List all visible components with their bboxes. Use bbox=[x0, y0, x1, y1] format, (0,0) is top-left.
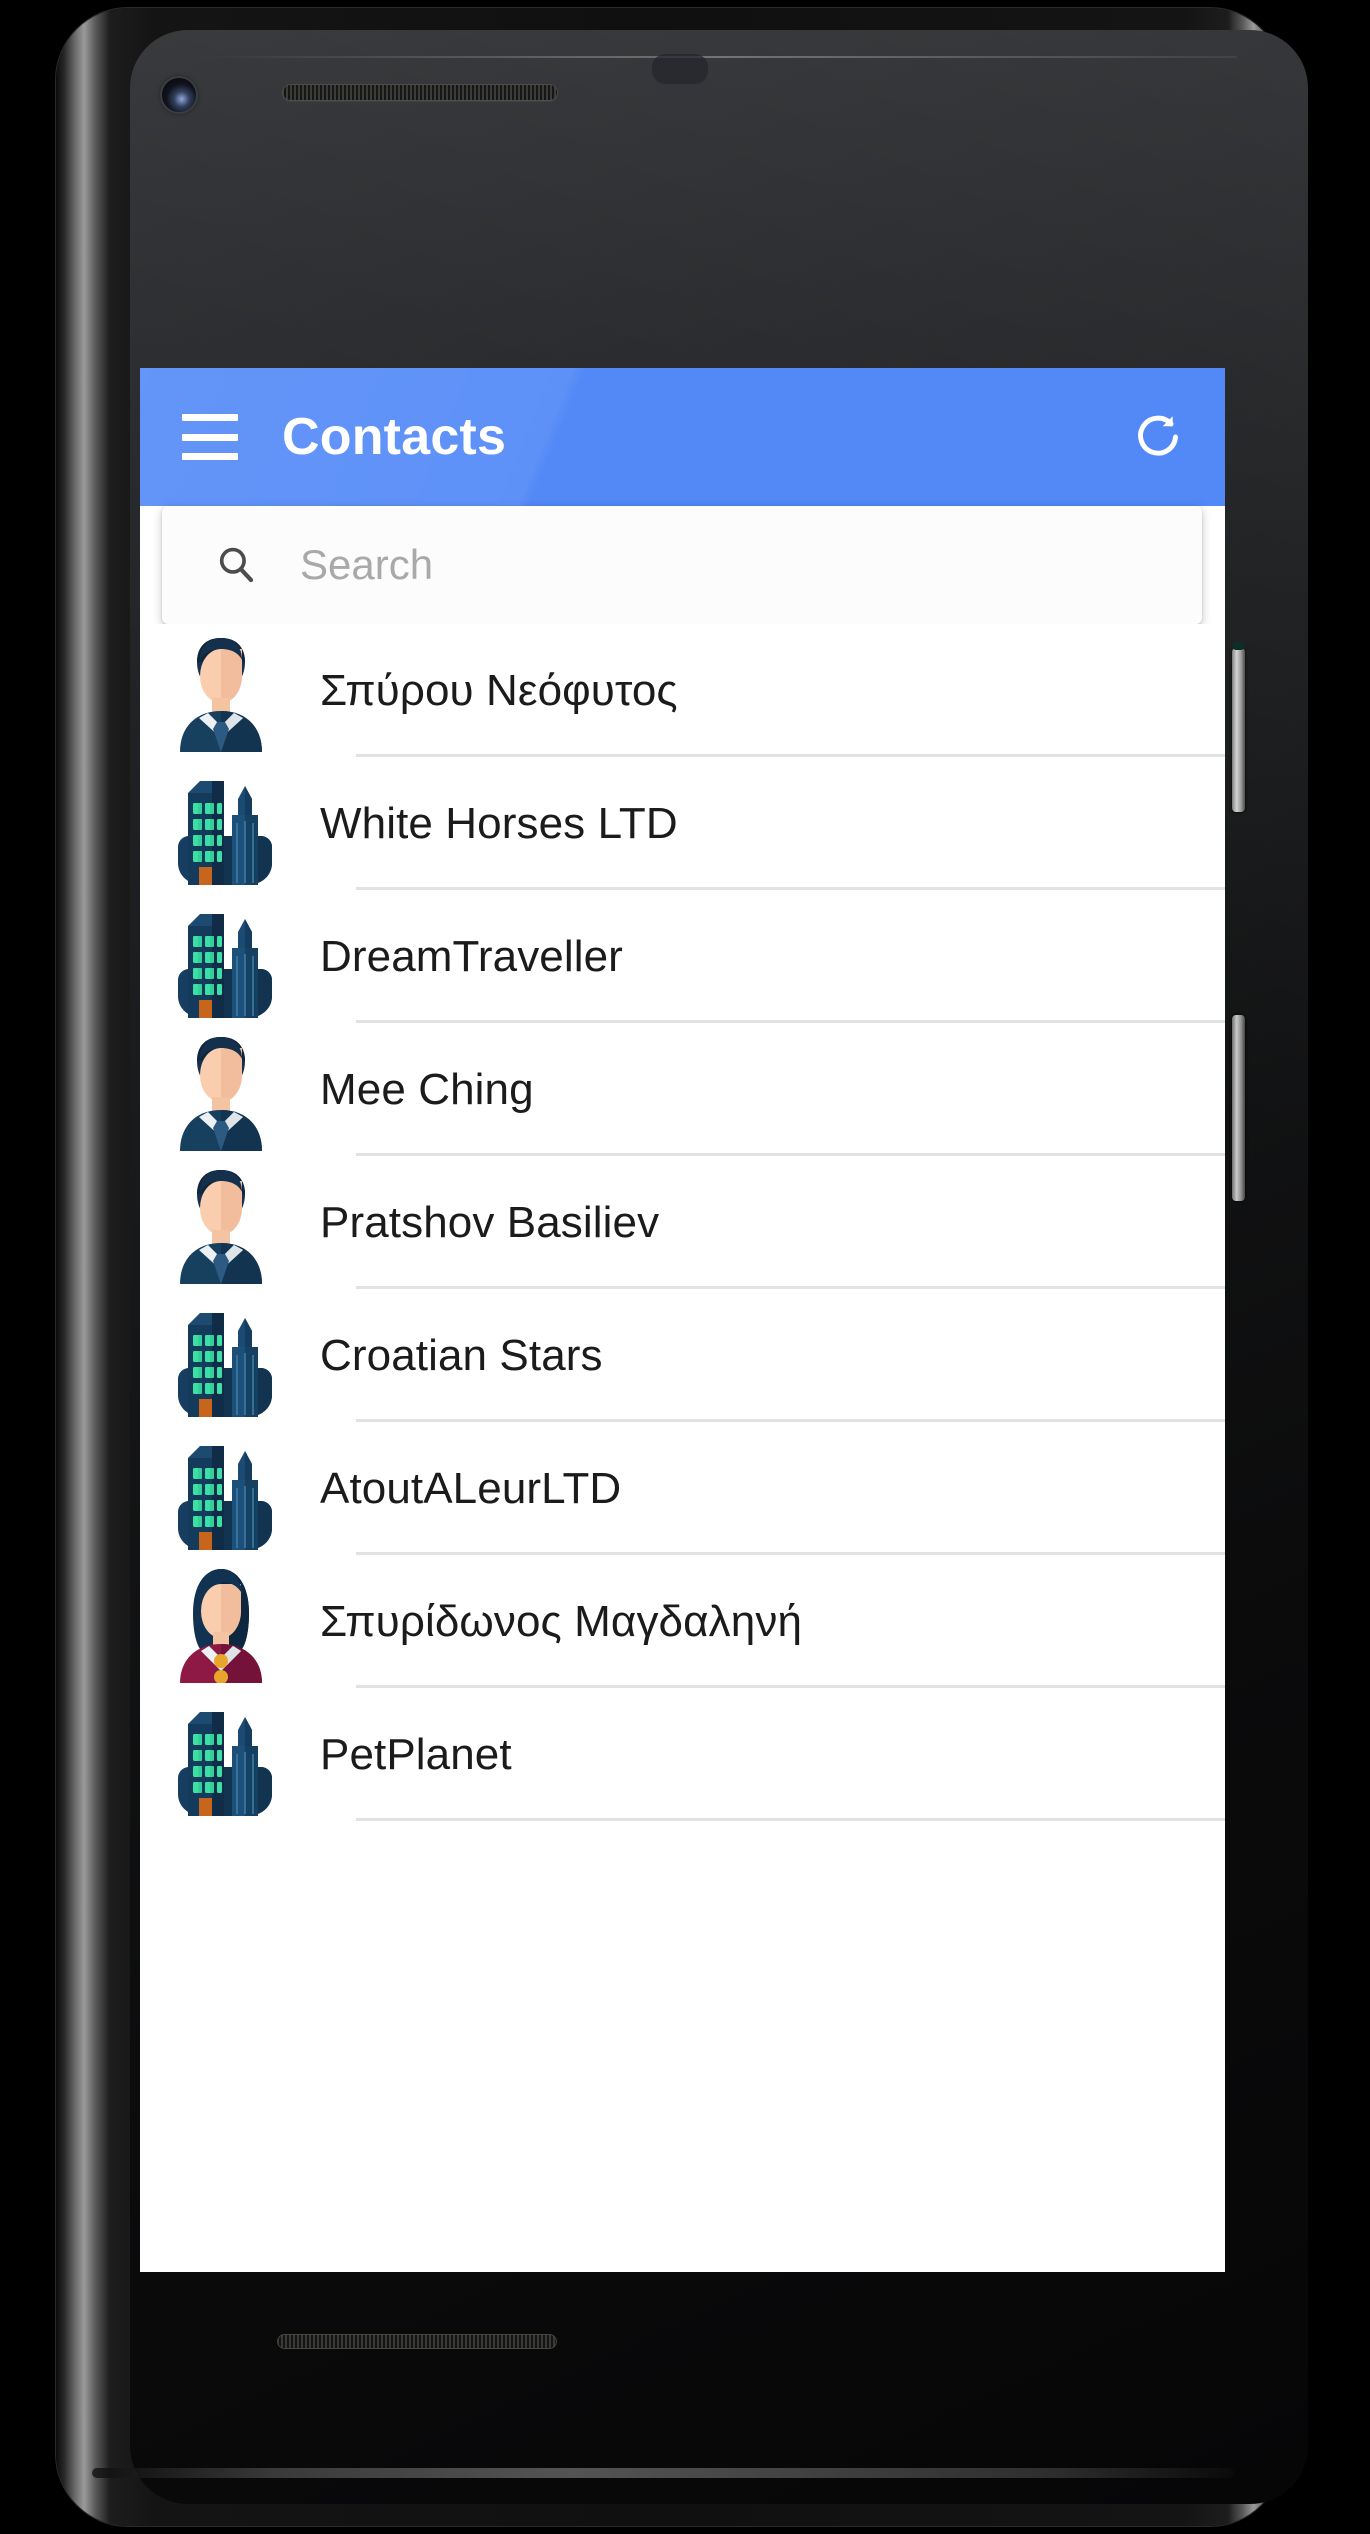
person-male-avatar-icon bbox=[180, 1036, 262, 1151]
search-icon bbox=[214, 543, 258, 587]
search-input[interactable] bbox=[300, 541, 1168, 589]
front-camera-icon bbox=[162, 78, 196, 112]
power-button[interactable] bbox=[1232, 642, 1245, 812]
contact-name: Pratshov Basiliev bbox=[320, 1197, 660, 1247]
contact-name: DreamTraveller bbox=[320, 931, 623, 981]
contact-list-item[interactable]: Σπυρίδωνος Μαγδαληνή bbox=[140, 1555, 1225, 1688]
company-building-avatar-icon bbox=[178, 780, 272, 885]
company-building-avatar-icon bbox=[178, 913, 272, 1018]
proximity-sensor-icon bbox=[652, 54, 708, 84]
phone-bottom-edge bbox=[92, 2468, 1234, 2478]
person-male-avatar-icon bbox=[180, 1169, 262, 1284]
contact-name: Σπυρίδωνος Μαγδαληνή bbox=[320, 1596, 803, 1646]
contact-list-item[interactable]: Croatian Stars bbox=[140, 1289, 1225, 1422]
contact-list-item[interactable]: White Horses LTD bbox=[140, 757, 1225, 890]
earpiece-speaker-icon bbox=[282, 84, 558, 101]
contact-list-item[interactable]: DreamTraveller bbox=[140, 890, 1225, 1023]
volume-button[interactable] bbox=[1232, 1015, 1245, 1201]
page-title: Contacts bbox=[282, 408, 507, 466]
bezel-top-highlight bbox=[200, 56, 1238, 58]
contact-list-item[interactable]: PetPlanet bbox=[140, 1688, 1225, 1821]
contact-name: White Horses LTD bbox=[320, 798, 678, 848]
contact-name: PetPlanet bbox=[320, 1729, 512, 1779]
app-bar: Contacts bbox=[140, 368, 1225, 506]
search-card[interactable] bbox=[162, 506, 1202, 624]
contact-name: AtoutALeurLTD bbox=[320, 1463, 622, 1513]
search-bar-container bbox=[140, 506, 1225, 630]
contact-list-item[interactable]: Pratshov Basiliev bbox=[140, 1156, 1225, 1289]
person-female-avatar-icon bbox=[180, 1568, 262, 1683]
company-building-avatar-icon bbox=[178, 1711, 272, 1816]
list-divider bbox=[356, 1818, 1225, 1821]
bottom-speaker-icon bbox=[277, 2334, 557, 2349]
contact-list: Σπύρου Νεόφυτος White Horses LTD DreamTr… bbox=[140, 624, 1225, 1821]
person-male-avatar-icon bbox=[180, 637, 262, 752]
hamburger-menu-icon[interactable] bbox=[182, 414, 238, 460]
company-building-avatar-icon bbox=[178, 1445, 272, 1550]
refresh-icon[interactable] bbox=[1127, 406, 1189, 468]
contact-name: Mee Ching bbox=[320, 1064, 534, 1114]
contact-name: Croatian Stars bbox=[320, 1330, 603, 1380]
contact-list-item[interactable]: Mee Ching bbox=[140, 1023, 1225, 1156]
contact-list-item[interactable]: Σπύρου Νεόφυτος bbox=[140, 624, 1225, 757]
contact-list-item[interactable]: AtoutALeurLTD bbox=[140, 1422, 1225, 1555]
contact-name: Σπύρου Νεόφυτος bbox=[320, 665, 678, 715]
company-building-avatar-icon bbox=[178, 1312, 272, 1417]
screenshot-stage: Contacts Search Σπύρου Νεόφυτος White Ho… bbox=[0, 0, 1370, 2534]
phone-screen: Contacts Search Σπύρου Νεόφυτος White Ho… bbox=[140, 368, 1225, 2272]
